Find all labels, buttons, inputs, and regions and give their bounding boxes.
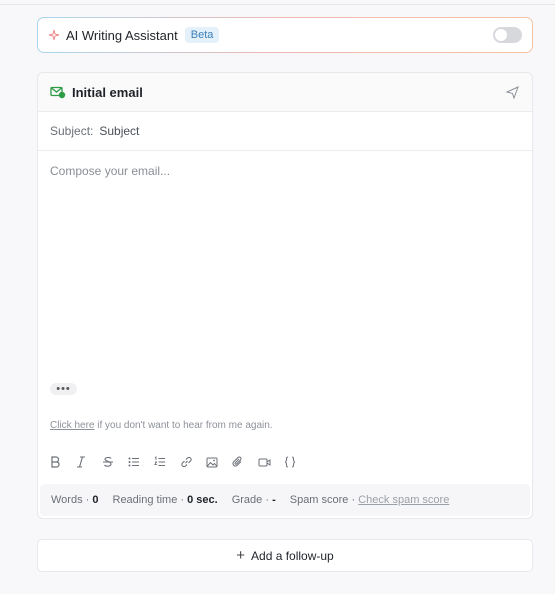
link-icon[interactable]	[180, 453, 206, 471]
sparkle-icon	[48, 29, 60, 41]
words-value: 0	[92, 494, 99, 506]
unsubscribe-text: if you don't want to hear from me again.	[94, 420, 273, 431]
strikethrough-icon[interactable]	[102, 453, 128, 471]
grade: Grade · -	[232, 494, 276, 506]
unsubscribe-line: Click here if you don't want to hear fro…	[50, 420, 273, 431]
body-placeholder: Compose your email...	[50, 164, 171, 178]
ai-assistant-toggle[interactable]	[493, 27, 522, 43]
email-body-editor[interactable]: Compose your email...	[38, 152, 532, 392]
words-label: Words ·	[51, 494, 90, 506]
mail-check-icon	[50, 85, 66, 99]
code-braces-icon[interactable]	[284, 453, 310, 471]
subject-input[interactable]: Subject	[99, 124, 139, 138]
bullet-list-icon[interactable]	[128, 453, 154, 471]
unsubscribe-link[interactable]: Click here	[50, 420, 94, 431]
grade-label: Grade ·	[231, 494, 269, 506]
attachment-icon[interactable]	[232, 453, 258, 471]
numbered-list-icon[interactable]	[154, 453, 180, 471]
add-follow-up-button[interactable]: + Add a follow-up	[37, 539, 533, 572]
reading-value: 0 sec.	[187, 494, 218, 506]
subject-row[interactable]: Subject: Subject	[38, 112, 532, 151]
video-icon[interactable]	[258, 453, 284, 471]
toggle-knob	[495, 29, 507, 41]
reading-time: Reading time · 0 sec.	[113, 494, 218, 506]
email-title: Initial email	[72, 84, 143, 100]
spam-label: Spam score ·	[289, 494, 356, 506]
image-icon[interactable]	[206, 453, 232, 471]
grade-value: -	[272, 494, 276, 506]
add-follow-up-label: Add a follow-up	[251, 548, 334, 563]
reading-label: Reading time ·	[112, 494, 185, 506]
more-options-button[interactable]: •••	[50, 383, 77, 395]
email-header: Initial email	[38, 73, 532, 112]
subject-label: Subject:	[50, 124, 94, 138]
ai-assistant-title: AI Writing Assistant	[66, 27, 178, 43]
send-icon[interactable]	[506, 85, 520, 99]
plus-icon: +	[236, 547, 246, 564]
bold-icon[interactable]	[50, 453, 76, 471]
ai-writing-assistant-bar: AI Writing Assistant Beta	[37, 17, 533, 53]
spam-score: Spam score · Check spam score	[290, 494, 450, 506]
formatting-toolbar	[50, 453, 310, 471]
top-divider	[0, 4, 555, 5]
word-count: Words · 0	[51, 494, 99, 506]
email-stats-bar: Words · 0 Reading time · 0 sec. Grade · …	[40, 484, 530, 516]
check-spam-score-link[interactable]: Check spam score	[358, 494, 449, 506]
email-editor-card: Initial email Subject: Subject Compose y…	[37, 72, 533, 519]
beta-badge: Beta	[184, 27, 220, 43]
italic-icon[interactable]	[76, 453, 102, 471]
